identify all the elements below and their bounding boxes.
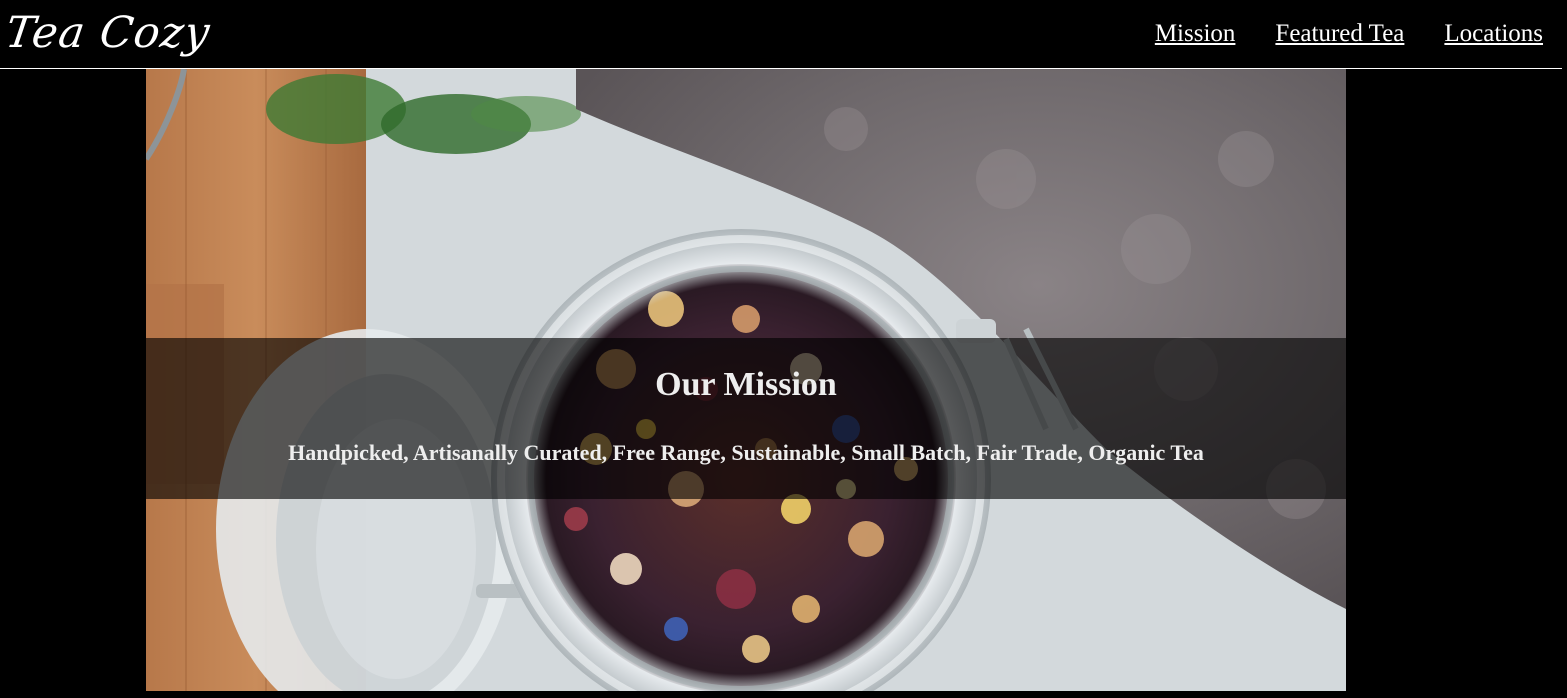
- nav-link-featured-tea[interactable]: Featured Tea: [1275, 20, 1404, 48]
- mission-subtitle: Handpicked, Artisanally Curated, Free Ra…: [288, 440, 1204, 465]
- mission-overlay: Our Mission Handpicked, Artisanally Cura…: [146, 338, 1346, 499]
- page: Tea Cozy Mission Featured Tea Locations: [0, 0, 1567, 698]
- hero-section: Our Mission Handpicked, Artisanally Cura…: [146, 69, 1346, 691]
- nav-link-mission[interactable]: Mission: [1155, 20, 1236, 48]
- nav-link-locations[interactable]: Locations: [1444, 20, 1543, 48]
- main-nav: Mission Featured Tea Locations: [1115, 0, 1543, 68]
- mission-title: Our Mission: [655, 366, 837, 403]
- logo[interactable]: Tea Cozy: [2, 2, 215, 64]
- site-header: Tea Cozy Mission Featured Tea Locations: [0, 0, 1562, 69]
